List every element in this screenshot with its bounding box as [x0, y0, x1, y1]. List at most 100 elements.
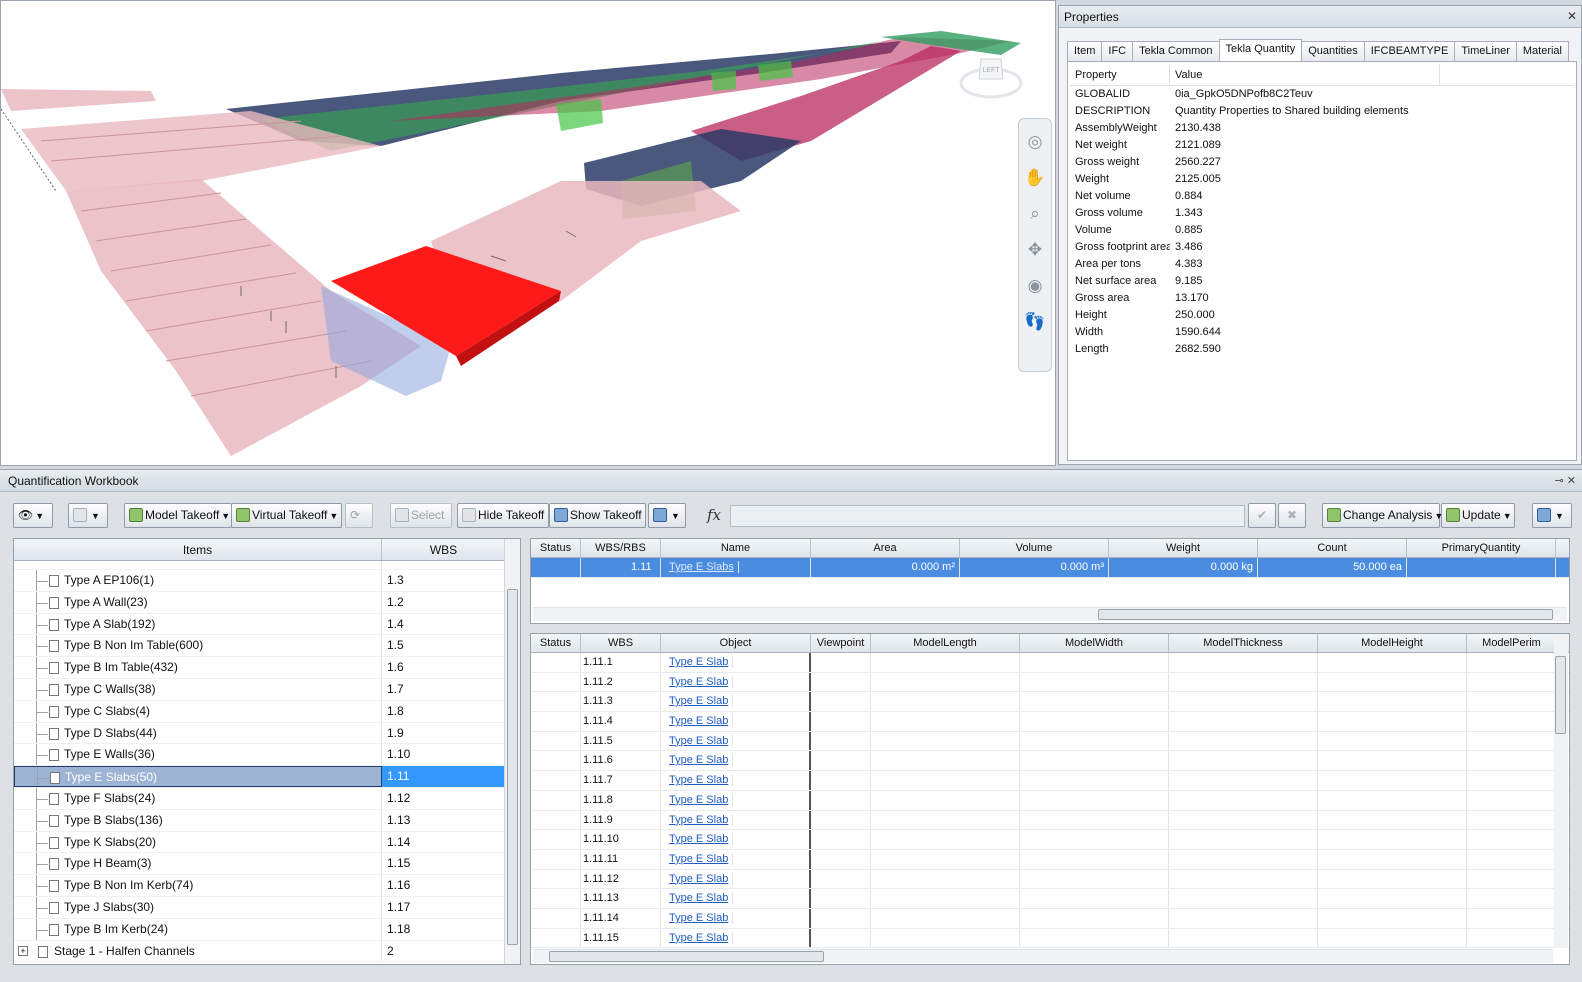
object-row[interactable]: 1.11.5 Type E Slab: [531, 731, 1569, 752]
object-row[interactable]: 1.11.9 Type E Slab: [531, 810, 1569, 831]
column-header-weight[interactable]: Weight: [1109, 539, 1258, 557]
tree-row[interactable]: Type C Slabs(4) 1.8: [14, 700, 506, 723]
object-link[interactable]: Type E Slab: [665, 911, 734, 924]
object-row[interactable]: 1.11.12 Type E Slab: [531, 869, 1569, 890]
select-button[interactable]: Select: [390, 503, 452, 528]
virtual-takeoff-button[interactable]: Virtual Takeoff ▼: [231, 503, 342, 528]
tab-tekla-quantity[interactable]: Tekla Quantity: [1218, 39, 1303, 61]
tab-tekla-common[interactable]: Tekla Common: [1132, 41, 1220, 61]
object-link[interactable]: Type E Slab: [665, 931, 734, 944]
navigation-bar[interactable]: ◎ ✋ ⌕ ✥ ◉ 👣: [1018, 118, 1052, 372]
zoom-window-icon[interactable]: ⌕: [1022, 201, 1048, 227]
tree-row[interactable]: Type B Slabs(136) 1.13: [14, 809, 506, 832]
tab-timeliner[interactable]: TimeLiner: [1454, 41, 1517, 61]
close-icon[interactable]: ✕: [1567, 9, 1577, 23]
orbit-icon[interactable]: ✥: [1022, 237, 1048, 263]
column-header-modelwidth[interactable]: ModelWidth: [1020, 634, 1169, 652]
column-header-status[interactable]: Status: [531, 634, 581, 652]
column-header-area[interactable]: Area: [811, 539, 960, 557]
tree-item[interactable]: Type C Walls(38): [14, 678, 382, 700]
column-header-count[interactable]: Count: [1258, 539, 1407, 557]
pan-hand-icon[interactable]: ✋: [1022, 165, 1048, 191]
group-horizontal-scrollbar[interactable]: [533, 607, 1567, 621]
scrollbar-thumb[interactable]: [1555, 656, 1566, 734]
object-row[interactable]: 1.11.1 Type E Slab: [531, 653, 1569, 673]
group-row-selected[interactable]: 1.11 Type E Slabs 0.000 m² 0.000 m³ 0.000 kg…: [531, 558, 1569, 578]
expand-plus-icon[interactable]: +: [18, 945, 28, 956]
column-header-name[interactable]: Name: [661, 539, 811, 557]
tree-row[interactable]: Type A Slab(192) 1.4: [14, 613, 506, 636]
column-header-wbs[interactable]: WBS: [581, 634, 661, 652]
tree-item[interactable]: Type F Slabs(24): [14, 787, 382, 809]
export-dropdown-button[interactable]: ▼: [1532, 503, 1572, 528]
tree-row[interactable]: Type H Beam(3) 1.15: [14, 853, 506, 876]
object-row[interactable]: 1.11.10 Type E Slab: [531, 830, 1569, 850]
tree-item[interactable]: Type B Im Table(432): [14, 657, 382, 678]
object-link[interactable]: Type E Slab: [665, 695, 734, 708]
tree-row[interactable]: Type B Im Table(432) 1.6: [14, 657, 506, 679]
tree-row[interactable]: Type F Slabs(24) 1.12: [14, 787, 506, 810]
object-link[interactable]: Type E Slab: [665, 833, 734, 846]
tree-row[interactable]: Type B Non Im Kerb(74) 1.16: [14, 875, 506, 897]
object-link[interactable]: Type E Slab: [665, 872, 734, 885]
tab-item[interactable]: Item: [1067, 41, 1103, 61]
accept-formula-button[interactable]: ✔: [1248, 503, 1276, 528]
tree-row[interactable]: Type J Slabs(30) 1.17: [14, 896, 506, 919]
object-row[interactable]: 1.11.11 Type E Slab: [531, 849, 1569, 870]
object-link[interactable]: Type E Slab: [665, 892, 734, 905]
tree-item[interactable]: Type E Slabs(50): [14, 766, 382, 787]
object-horizontal-scrollbar[interactable]: [533, 949, 1553, 963]
column-header-wbs-rbs[interactable]: WBS/RBS: [581, 539, 661, 557]
column-header-wbs[interactable]: WBS: [382, 539, 506, 560]
tree-row[interactable]: Type E Walls(36) 1.10: [14, 744, 506, 767]
scrollbar-thumb[interactable]: [549, 951, 824, 962]
show-takeoff-button[interactable]: Show Takeoff: [549, 503, 646, 528]
column-header-viewpoint[interactable]: Viewpoint: [811, 634, 871, 652]
refresh-button[interactable]: ⟳: [345, 503, 373, 528]
object-row[interactable]: 1.11.2 Type E Slab: [531, 672, 1569, 693]
tab-material[interactable]: Material: [1515, 41, 1569, 61]
object-link[interactable]: Type E Slab: [665, 852, 734, 865]
object-link[interactable]: Type E Slab: [665, 754, 734, 767]
tree-item[interactable]: Type A EP106(1): [14, 570, 382, 591]
scrollbar-thumb[interactable]: [1098, 609, 1553, 620]
formula-input[interactable]: [730, 505, 1245, 527]
visibility-dropdown-button[interactable]: 👁 ▼: [13, 503, 53, 528]
tab-ifcbeamtype[interactable]: IFCBEAMTYPE: [1363, 41, 1456, 61]
tree-row-stage[interactable]: + Stage 1 - Halfen Channels 2: [14, 940, 506, 963]
object-row[interactable]: 1.11.6 Type E Slab: [531, 751, 1569, 772]
tab-quantities[interactable]: Quantities: [1301, 41, 1365, 61]
object-link[interactable]: Type E Slab: [665, 774, 734, 787]
object-row[interactable]: 1.11.14 Type E Slab: [531, 908, 1569, 929]
object-row[interactable]: 1.11.13 Type E Slab: [531, 889, 1569, 909]
update-button[interactable]: Update ▼: [1441, 503, 1515, 528]
model-takeoff-button[interactable]: Model Takeoff ▼: [124, 503, 232, 528]
tree-item[interactable]: Type B Non Im Table(600): [14, 635, 382, 657]
hide-takeoff-button[interactable]: Hide Takeoff: [457, 503, 549, 528]
object-row[interactable]: 1.11.7 Type E Slab: [531, 771, 1569, 791]
tree-stage-item[interactable]: + Stage 1 - Halfen Channels: [14, 940, 382, 962]
tree-row[interactable]: Type A EP106(1) 1.3: [14, 570, 506, 592]
workbook-view-dropdown-button[interactable]: ▼: [68, 503, 108, 528]
items-vertical-scrollbar[interactable]: [504, 539, 520, 964]
column-header-modelperim[interactable]: ModelPerim: [1467, 634, 1557, 652]
tree-item[interactable]: Type B Slabs(136): [14, 809, 382, 831]
walk-footprints-icon[interactable]: 👣: [1022, 309, 1048, 335]
object-vertical-scrollbar[interactable]: [1554, 634, 1568, 948]
column-header-items[interactable]: Items: [14, 539, 382, 560]
object-link[interactable]: Type E Slab: [665, 734, 734, 747]
scrollbar-thumb[interactable]: [507, 589, 518, 945]
column-header-modelthickness[interactable]: ModelThickness: [1169, 634, 1318, 652]
object-row[interactable]: 1.11.8 Type E Slab: [531, 790, 1569, 811]
columns-dropdown-button[interactable]: ▼: [648, 503, 686, 528]
column-header-volume[interactable]: Volume: [960, 539, 1109, 557]
object-row[interactable]: 1.11.3 Type E Slab: [531, 692, 1569, 713]
tree-item[interactable]: Type H Beam(3): [14, 853, 382, 875]
tree-item[interactable]: Type C Slabs(4): [14, 700, 382, 722]
column-header-status[interactable]: Status: [531, 539, 581, 557]
tree-item[interactable]: Type A Wall(23): [14, 591, 382, 613]
tree-row[interactable]: Type K Slabs(20) 1.14: [14, 831, 506, 854]
look-around-icon[interactable]: ◉: [1022, 273, 1048, 299]
group-name-link[interactable]: Type E Slabs: [665, 561, 739, 573]
tree-row-partial[interactable]: [14, 561, 506, 570]
